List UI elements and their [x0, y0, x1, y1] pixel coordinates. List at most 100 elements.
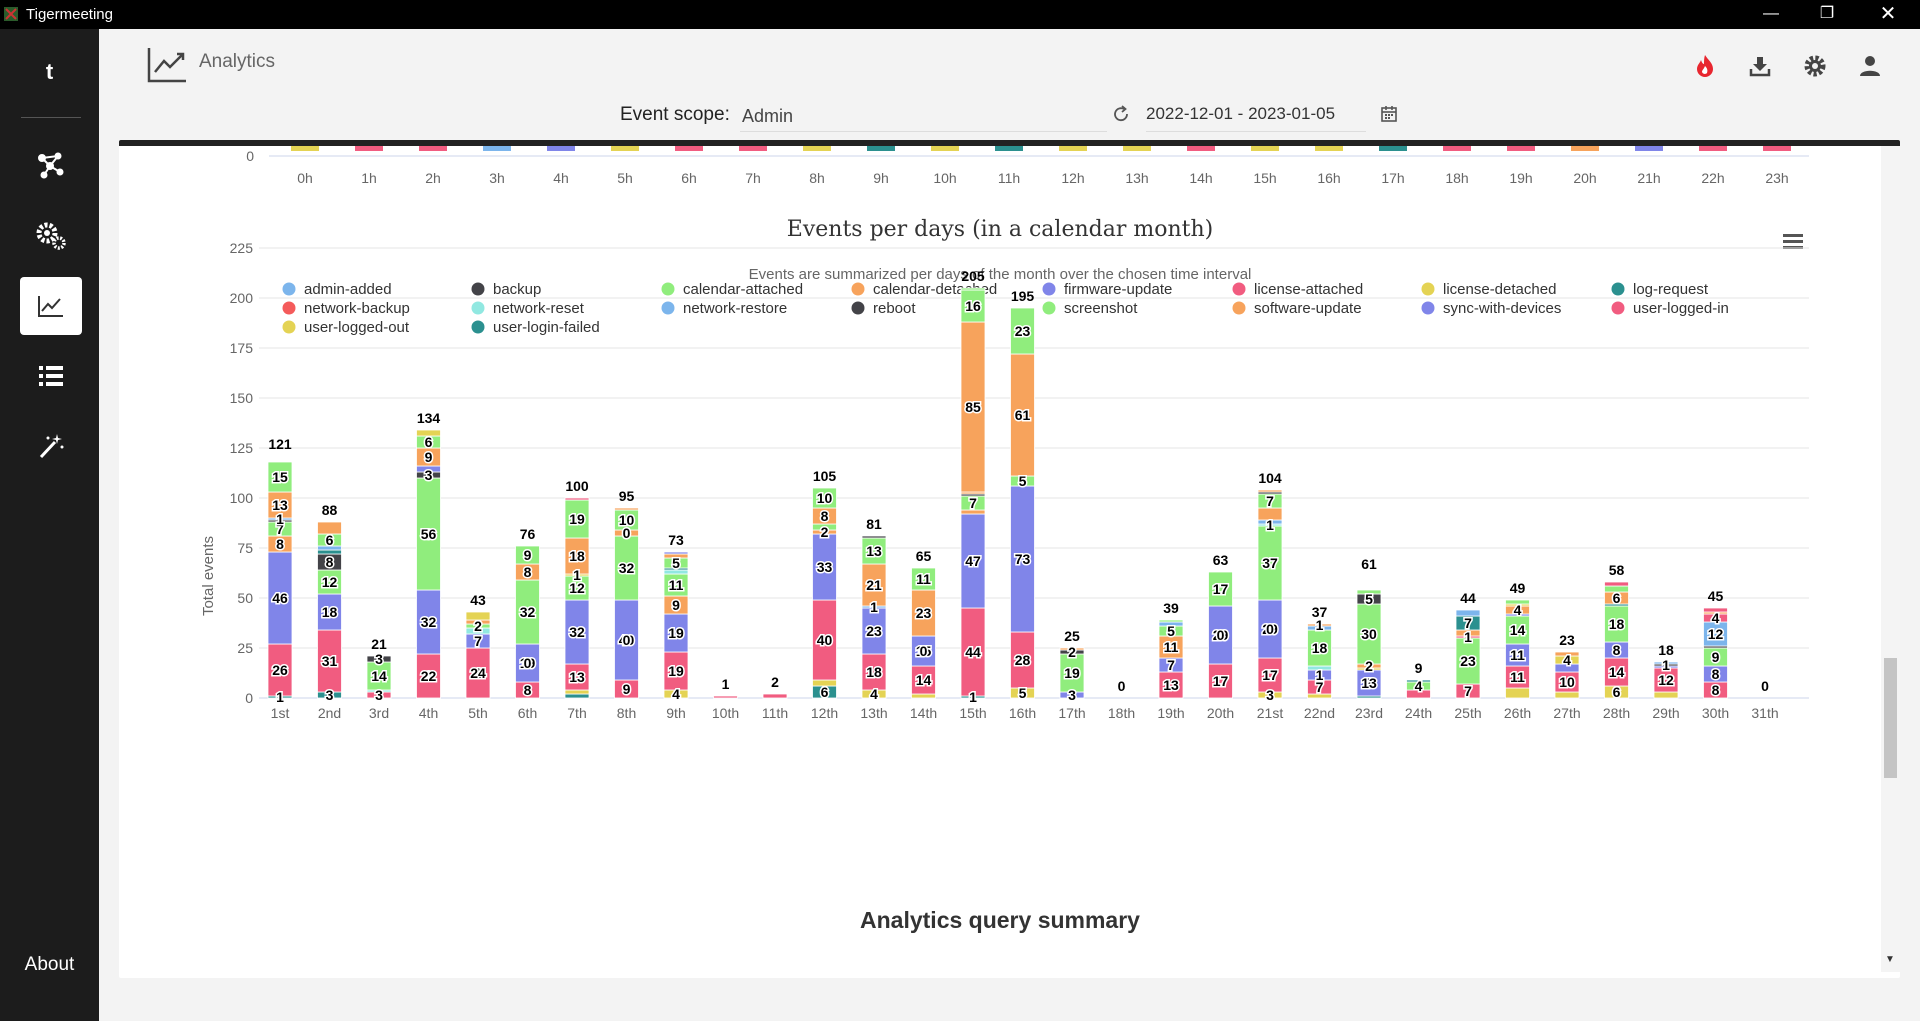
bar-total-label: 43	[470, 592, 486, 608]
x-tick-label: 4th	[419, 705, 438, 721]
bar-total-label: 81	[866, 516, 882, 532]
bar-segment[interactable]	[1653, 691, 1679, 699]
scrollbar-thumb[interactable]	[1884, 658, 1897, 778]
legend-marker[interactable]	[1232, 282, 1246, 296]
panel-scrollbar[interactable]: ▼	[1881, 146, 1900, 972]
restore-button[interactable]: ❐	[1799, 0, 1855, 29]
bar-segment[interactable]	[614, 507, 639, 511]
legend-marker[interactable]	[471, 320, 485, 334]
hour-bar	[1379, 146, 1407, 151]
legend-marker[interactable]	[282, 301, 296, 315]
legend-marker[interactable]	[282, 320, 296, 334]
hour-bar	[867, 146, 895, 151]
hour-x-tick: 14h	[1189, 170, 1212, 186]
bar-segment[interactable]	[1604, 581, 1629, 587]
sidebar-item-wizard[interactable]	[20, 417, 82, 475]
legend-item[interactable]: admin-added	[304, 281, 392, 298]
network-graph-icon	[38, 152, 64, 179]
bar-segment[interactable]	[564, 497, 590, 501]
legend-item[interactable]: license-detached	[1443, 281, 1556, 298]
bar-segment[interactable]	[1554, 691, 1580, 699]
legend-marker[interactable]	[471, 301, 485, 315]
legend-item[interactable]: user-login-failed	[493, 319, 600, 336]
bar-data-label: 16	[965, 298, 981, 314]
legend-marker[interactable]	[1611, 301, 1625, 315]
bar-segment[interactable]	[1505, 687, 1530, 699]
sidebar-item-analytics[interactable]	[20, 277, 82, 335]
legend-item[interactable]: sync-with-devices	[1443, 300, 1561, 317]
bar-data-label: 8	[1712, 682, 1720, 698]
x-tick-label: 21st	[1257, 705, 1284, 721]
hour-x-tick: 6h	[681, 170, 697, 186]
bar-segment[interactable]	[663, 551, 689, 555]
event-scope-input[interactable]	[740, 101, 1107, 132]
legend-item[interactable]: user-logged-out	[304, 319, 410, 336]
hot-button[interactable]	[1690, 51, 1720, 81]
user-button[interactable]	[1855, 51, 1885, 81]
legend-item[interactable]: firmware-update	[1064, 281, 1172, 298]
legend-marker[interactable]	[1421, 282, 1435, 296]
legend-item[interactable]: calendar-attached	[683, 281, 803, 298]
legend-marker[interactable]	[282, 282, 296, 296]
legend-marker[interactable]	[851, 301, 865, 315]
bar-data-label: 24	[470, 665, 486, 681]
close-window-button[interactable]: ✕	[1860, 0, 1916, 29]
settings-button[interactable]	[1800, 51, 1830, 81]
legend-marker[interactable]	[1042, 301, 1056, 315]
legend-marker[interactable]	[851, 282, 865, 296]
legend-marker[interactable]	[1232, 301, 1246, 315]
bar-data-label: 17	[1213, 673, 1229, 689]
sidebar-logo[interactable]: t	[0, 59, 99, 85]
download-button[interactable]	[1745, 51, 1775, 81]
legend-item[interactable]: screenshot	[1064, 300, 1138, 317]
sidebar-item-list[interactable]	[20, 347, 82, 405]
hour-x-tick: 12h	[1061, 170, 1084, 186]
legend-marker[interactable]	[661, 301, 675, 315]
legend-item[interactable]: network-restore	[683, 300, 787, 317]
bar-data-label: 3	[1068, 687, 1076, 703]
legend-marker[interactable]	[1611, 282, 1625, 296]
bar-data-label: 1	[1316, 667, 1324, 683]
legend-item[interactable]: reboot	[873, 300, 916, 317]
x-tick-label: 2nd	[318, 705, 341, 721]
legend-item[interactable]: user-logged-in	[1633, 300, 1729, 317]
legend-marker[interactable]	[1421, 301, 1435, 315]
bar-segment[interactable]	[861, 535, 887, 539]
legend-item[interactable]: license-attached	[1254, 281, 1363, 298]
date-range-field[interactable]: 2022-12-01 - 2023-01-05	[1146, 104, 1366, 132]
calendar-icon[interactable]	[1380, 105, 1398, 123]
scroll-down-arrow-icon[interactable]: ▼	[1885, 954, 1895, 965]
bar-data-label: 4	[1415, 678, 1423, 694]
bar-total-label: 1	[722, 676, 730, 692]
legend-item[interactable]: network-backup	[304, 300, 410, 317]
bar-segment[interactable]	[960, 287, 986, 291]
bar-segment[interactable]	[762, 693, 788, 699]
about-link[interactable]: About	[0, 954, 99, 976]
sidebar-item-settings[interactable]	[20, 206, 82, 264]
minimize-button[interactable]: —	[1743, 0, 1799, 29]
bar-segment[interactable]	[1257, 489, 1283, 493]
bar-data-label: 7	[1167, 657, 1175, 673]
legend-marker[interactable]	[661, 282, 675, 296]
bar-segment[interactable]	[911, 693, 936, 699]
bar-total-label: 65	[916, 548, 932, 564]
bar-segment[interactable]	[1158, 619, 1184, 623]
x-tick-label: 18th	[1108, 705, 1135, 721]
sidebar-item-network[interactable]	[20, 136, 82, 194]
bar-data-label: 4	[870, 686, 878, 702]
legend-item[interactable]: network-reset	[493, 300, 585, 317]
legend-marker[interactable]	[1042, 282, 1056, 296]
refresh-icon[interactable]	[1112, 105, 1130, 123]
bar-segment[interactable]	[564, 693, 590, 699]
bar-data-label: 18	[322, 604, 338, 620]
bar-segment[interactable]	[564, 689, 590, 695]
hour-x-tick: 19h	[1509, 170, 1532, 186]
legend-item[interactable]: backup	[493, 281, 541, 298]
bar-segment[interactable]	[713, 695, 738, 699]
legend-marker[interactable]	[471, 282, 485, 296]
chart-menu-icon[interactable]	[1783, 234, 1803, 249]
legend-item[interactable]: software-update	[1254, 300, 1362, 317]
legend-item[interactable]: log-request	[1633, 281, 1709, 298]
bar-total-label: 2	[771, 674, 779, 690]
bar-data-label: 1	[1662, 657, 1670, 673]
